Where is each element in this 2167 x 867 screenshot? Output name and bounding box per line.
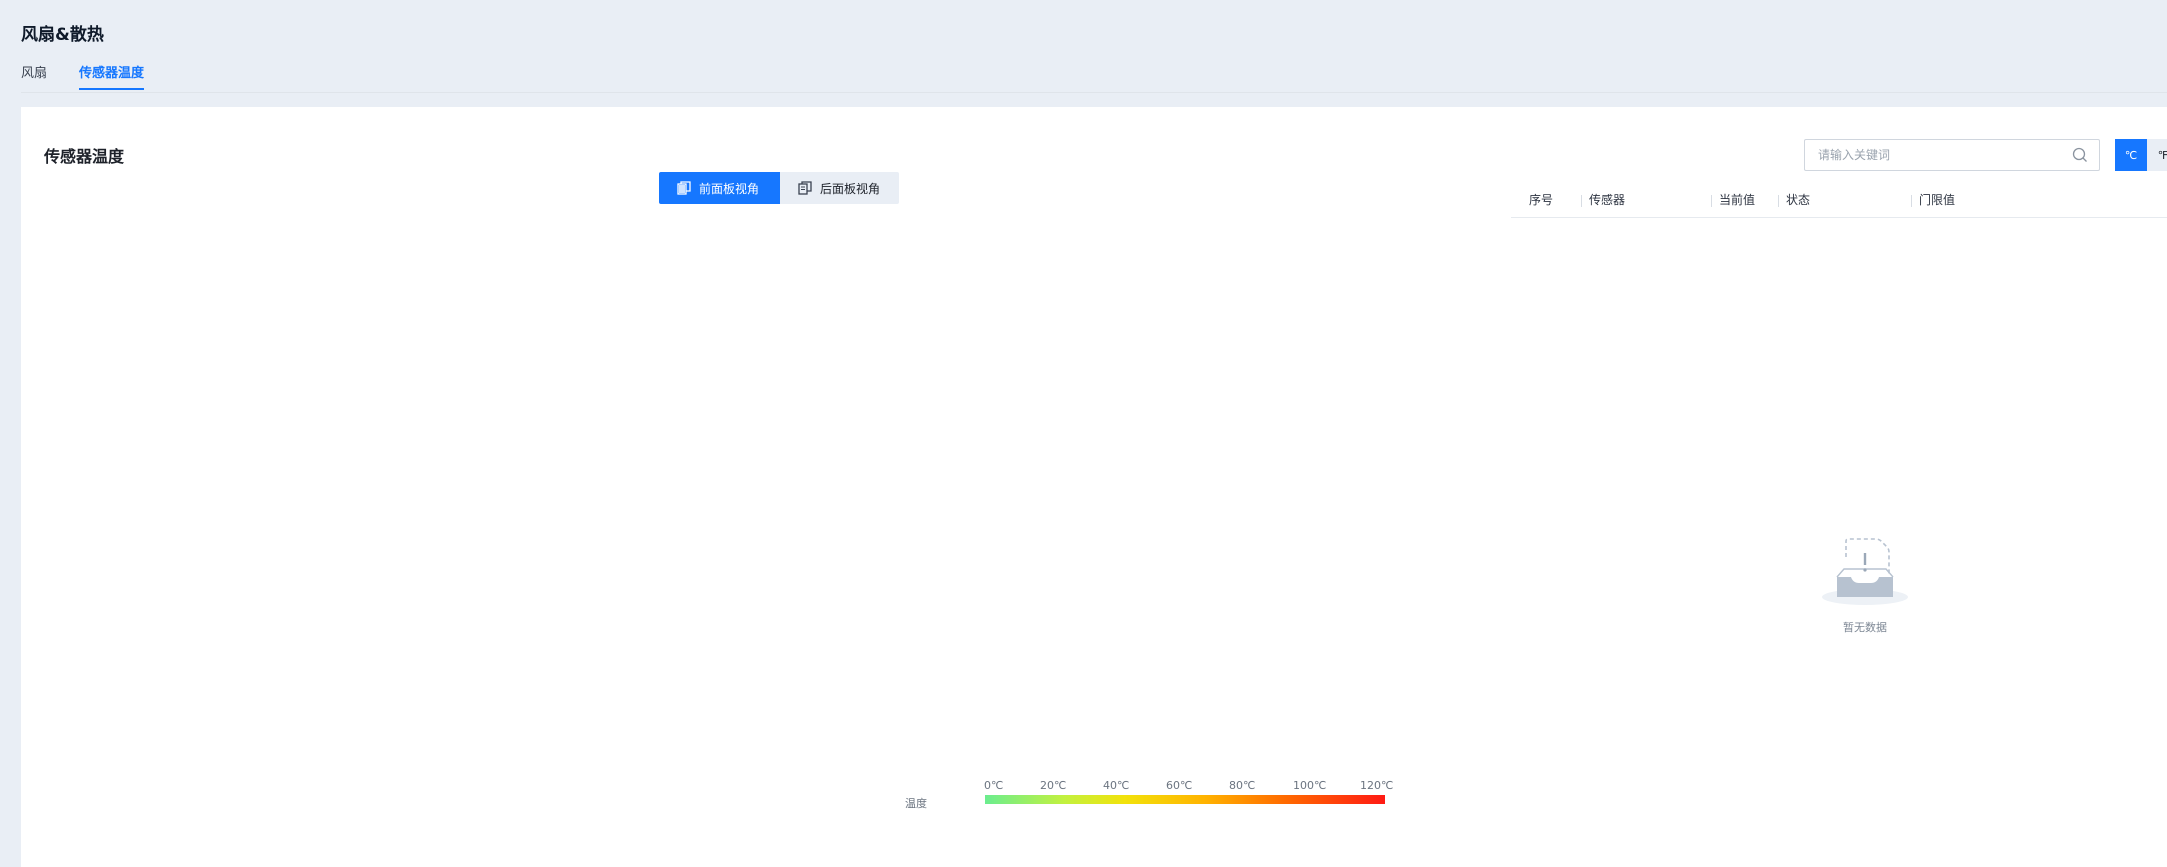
back-panel-icon — [798, 181, 812, 195]
tabs-divider — [21, 92, 2167, 93]
front-panel-view-label: 前面板视角 — [699, 181, 760, 196]
empty-state: 暂无数据 — [1821, 535, 1909, 635]
search-icon[interactable] — [2071, 146, 2089, 164]
legend-tick: 80℃ — [1229, 779, 1256, 792]
legend-tick: 20℃ — [1040, 779, 1067, 792]
empty-box-icon — [1822, 538, 1908, 605]
front-panel-view-button[interactable]: 前面板视角 — [659, 172, 780, 204]
temperature-gradient-bar — [985, 795, 1385, 804]
column-header-sensor: 传感器 — [1581, 183, 1625, 217]
table-header: 序号 传感器 当前值 状态 门限值 — [1511, 183, 2167, 218]
page-title: 风扇&散热 — [21, 25, 104, 45]
celsius-button[interactable]: ℃ — [2115, 139, 2147, 171]
column-header-status: 状态 — [1778, 183, 1810, 217]
legend-tick: 60℃ — [1166, 779, 1193, 792]
tab-fan[interactable]: 风扇 — [21, 62, 47, 90]
back-panel-view-button[interactable]: 后面板视角 — [780, 172, 899, 204]
column-header-threshold: 门限值 — [1911, 183, 1955, 217]
legend-tick: 100℃ — [1293, 779, 1327, 792]
search-box — [1804, 139, 2100, 171]
legend-tick: 40℃ — [1103, 779, 1130, 792]
column-header-index: 序号 — [1529, 193, 1554, 207]
sensor-table: 序号 传感器 当前值 状态 门限值 — [1511, 183, 2167, 218]
sensor-temperature-card: 传感器温度 前面板视角 后面板视角 ℃ ℉ — [21, 107, 2167, 867]
empty-state-text: 暂无数据 — [1843, 621, 1887, 634]
tab-sensor-temperature[interactable]: 传感器温度 — [79, 62, 145, 90]
unit-switch: ℃ ℉ — [2115, 139, 2167, 171]
fahrenheit-button[interactable]: ℉ — [2147, 139, 2167, 171]
legend-tick: 120℃ — [1360, 779, 1394, 792]
search-input[interactable] — [1816, 147, 2071, 163]
tab-bar: 风扇 传感器温度 — [21, 62, 176, 92]
legend-ticks: 0℃ 20℃ 40℃ 60℃ 80℃ 100℃ 120℃ — [960, 779, 1393, 793]
front-panel-icon — [677, 181, 691, 195]
temperature-legend: 温度 0℃ 20℃ 40℃ 60℃ 80℃ 100℃ 120℃ — [905, 773, 1405, 813]
legend-tick: 0℃ — [984, 779, 1004, 792]
back-panel-view-label: 后面板视角 — [820, 181, 881, 196]
view-switch: 前面板视角 后面板视角 — [659, 172, 899, 204]
card-title: 传感器温度 — [44, 147, 125, 166]
legend-title: 温度 — [905, 797, 927, 810]
column-header-current-value: 当前值 — [1711, 183, 1755, 217]
